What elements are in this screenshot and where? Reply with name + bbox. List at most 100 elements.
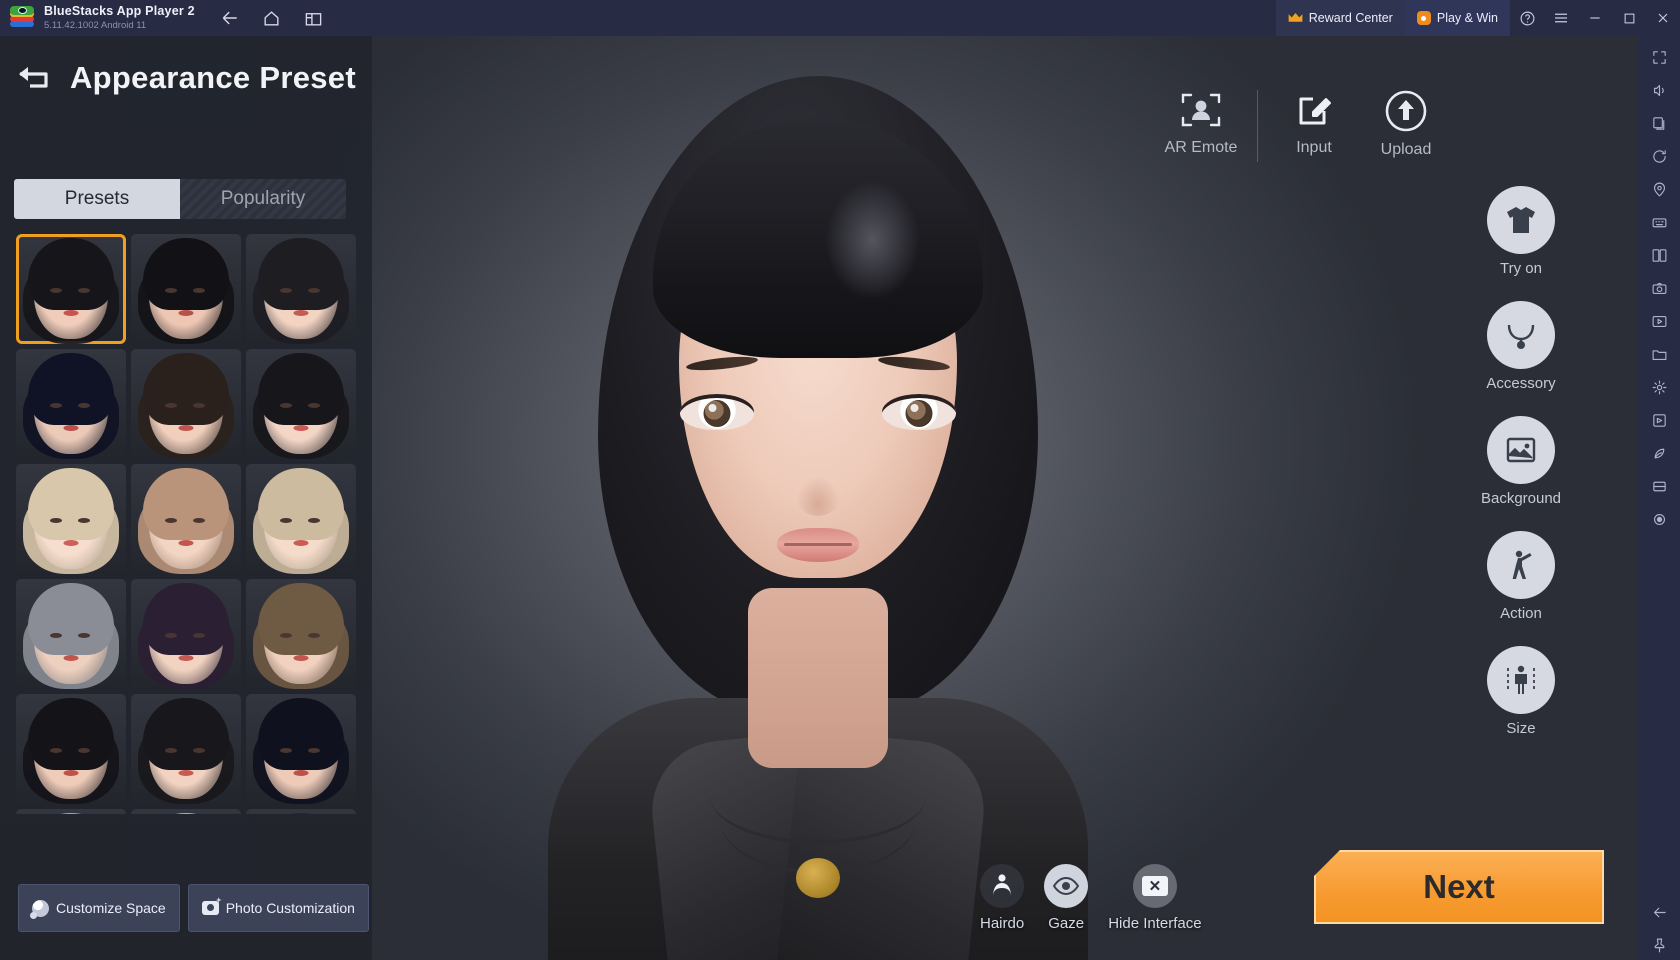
upload-label: Upload bbox=[1380, 141, 1432, 158]
volume-icon[interactable] bbox=[1642, 75, 1676, 105]
preset-panel: Appearance Preset Presets Popularity Cus… bbox=[0, 36, 372, 960]
try-on-button[interactable]: Try on bbox=[1487, 186, 1555, 277]
keyboard-mapping-icon[interactable] bbox=[1642, 207, 1676, 237]
customize-space-label: Customize Space bbox=[56, 900, 166, 916]
face-scan-icon bbox=[1179, 90, 1223, 130]
size-button[interactable]: Size bbox=[1487, 646, 1555, 737]
preset-thumbnail[interactable] bbox=[131, 579, 241, 689]
avatar-preview[interactable] bbox=[538, 58, 1098, 960]
hide-interface-button[interactable]: ✕ Hide Interface bbox=[1108, 864, 1202, 932]
preset-thumbnail[interactable] bbox=[246, 349, 356, 459]
media-manager-icon[interactable] bbox=[1642, 306, 1676, 336]
maximize-button[interactable] bbox=[1612, 0, 1646, 36]
gaze-button[interactable]: Gaze bbox=[1044, 864, 1089, 932]
minimize-button[interactable] bbox=[1578, 0, 1612, 36]
preset-thumbnail[interactable] bbox=[246, 809, 356, 814]
next-button-label: Next bbox=[1423, 868, 1495, 905]
customize-space-button[interactable]: Customize Space bbox=[18, 884, 180, 932]
folder-icon[interactable] bbox=[1642, 339, 1676, 369]
photo-customization-button[interactable]: Photo Customization bbox=[187, 884, 369, 932]
coin-badge-icon bbox=[1416, 11, 1431, 25]
gaze-label: Gaze bbox=[1048, 915, 1085, 932]
preset-thumbnail[interactable] bbox=[131, 694, 241, 804]
avatar-nose bbox=[796, 476, 840, 516]
hairdo-button[interactable]: Hairdo bbox=[980, 864, 1024, 932]
macro-icon[interactable] bbox=[1642, 405, 1676, 435]
hide-interface-label: Hide Interface bbox=[1108, 915, 1202, 932]
globe-icon bbox=[30, 899, 49, 919]
preset-thumbnail[interactable] bbox=[131, 464, 241, 574]
upload-button[interactable]: Upload bbox=[1360, 90, 1452, 159]
hairdo-label: Hairdo bbox=[980, 915, 1025, 932]
screenshot-icon[interactable] bbox=[1642, 273, 1676, 303]
pin-icon[interactable] bbox=[1642, 930, 1676, 960]
action-label: Action bbox=[1500, 605, 1542, 622]
input-button[interactable]: Input bbox=[1268, 90, 1360, 157]
size-label: Size bbox=[1506, 720, 1536, 737]
photo-customization-label: Photo Customization bbox=[225, 900, 355, 916]
accessory-label: Accessory bbox=[1486, 375, 1556, 392]
preset-thumbnail[interactable] bbox=[16, 234, 126, 344]
multi-instance-icon[interactable] bbox=[1642, 240, 1676, 270]
preset-thumbnail[interactable] bbox=[16, 694, 126, 804]
avatar-eye-left bbox=[680, 394, 754, 430]
preset-thumbnail[interactable] bbox=[246, 579, 356, 689]
copy-icon[interactable] bbox=[1642, 108, 1676, 138]
panel-action-buttons: Customize Space Photo Customization bbox=[18, 884, 369, 932]
eye-icon bbox=[1044, 864, 1089, 908]
panel-header: Appearance Preset bbox=[16, 60, 356, 96]
tab-popularity[interactable]: Popularity bbox=[180, 179, 346, 219]
reward-center-button[interactable]: Reward Center bbox=[1275, 0, 1405, 36]
crown-icon bbox=[1288, 12, 1303, 24]
preset-thumbnail[interactable] bbox=[131, 234, 241, 344]
accessory-button[interactable]: Accessory bbox=[1486, 301, 1556, 392]
preset-thumbnail[interactable] bbox=[246, 694, 356, 804]
upload-icon bbox=[1385, 90, 1427, 132]
preset-thumbnail[interactable] bbox=[16, 464, 126, 574]
action-button[interactable]: Action bbox=[1487, 531, 1555, 622]
tab-popularity-label: Popularity bbox=[220, 188, 306, 209]
back-arrow-icon[interactable] bbox=[16, 63, 56, 93]
top-action-bar: AR Emote Input Upload bbox=[1155, 90, 1452, 162]
preset-thumbnail[interactable] bbox=[246, 464, 356, 574]
back-button[interactable] bbox=[217, 5, 243, 31]
close-button[interactable] bbox=[1646, 0, 1680, 36]
preset-thumbnail[interactable] bbox=[16, 579, 126, 689]
input-label: Input bbox=[1296, 139, 1332, 156]
background-button[interactable]: Background bbox=[1481, 416, 1561, 507]
body-size-icon bbox=[1487, 646, 1555, 714]
location-icon[interactable] bbox=[1642, 174, 1676, 204]
rotate-icon[interactable] bbox=[1642, 141, 1676, 171]
menu-button[interactable] bbox=[1544, 0, 1578, 36]
fullscreen-icon[interactable] bbox=[1642, 42, 1676, 72]
play-and-win-button[interactable]: Play & Win bbox=[1404, 0, 1510, 36]
back-arrow-icon[interactable] bbox=[1642, 897, 1676, 927]
help-button[interactable] bbox=[1510, 0, 1544, 36]
settings-icon[interactable] bbox=[1642, 372, 1676, 402]
next-button[interactable]: Next bbox=[1314, 850, 1604, 924]
preset-thumbnail[interactable] bbox=[16, 809, 126, 814]
play-and-win-label: Play & Win bbox=[1436, 11, 1498, 25]
reward-center-label: Reward Center bbox=[1308, 11, 1393, 25]
pencil-edit-icon bbox=[1294, 90, 1334, 130]
ar-emote-button[interactable]: AR Emote bbox=[1155, 90, 1247, 157]
action-divider bbox=[1257, 90, 1258, 162]
bluestacks-logo-icon bbox=[10, 6, 34, 30]
eco-mode-icon[interactable] bbox=[1642, 438, 1676, 468]
preset-thumbnail[interactable] bbox=[16, 349, 126, 459]
preset-grid[interactable] bbox=[16, 234, 356, 814]
preset-tabs: Presets Popularity bbox=[14, 179, 346, 219]
tshirt-icon bbox=[1487, 186, 1555, 254]
multi-instance-button[interactable] bbox=[301, 5, 327, 31]
preset-thumbnail[interactable] bbox=[131, 349, 241, 459]
tab-presets[interactable]: Presets bbox=[14, 179, 180, 219]
avatar-neck bbox=[748, 588, 888, 768]
record-icon[interactable] bbox=[1642, 504, 1676, 534]
trim-icon[interactable] bbox=[1642, 471, 1676, 501]
home-button[interactable] bbox=[259, 5, 285, 31]
preset-thumbnail[interactable] bbox=[246, 234, 356, 344]
camera-icon bbox=[201, 901, 219, 915]
hair-bun-icon bbox=[980, 864, 1025, 908]
page-title: Appearance Preset bbox=[70, 60, 356, 95]
preset-thumbnail[interactable] bbox=[131, 809, 241, 814]
